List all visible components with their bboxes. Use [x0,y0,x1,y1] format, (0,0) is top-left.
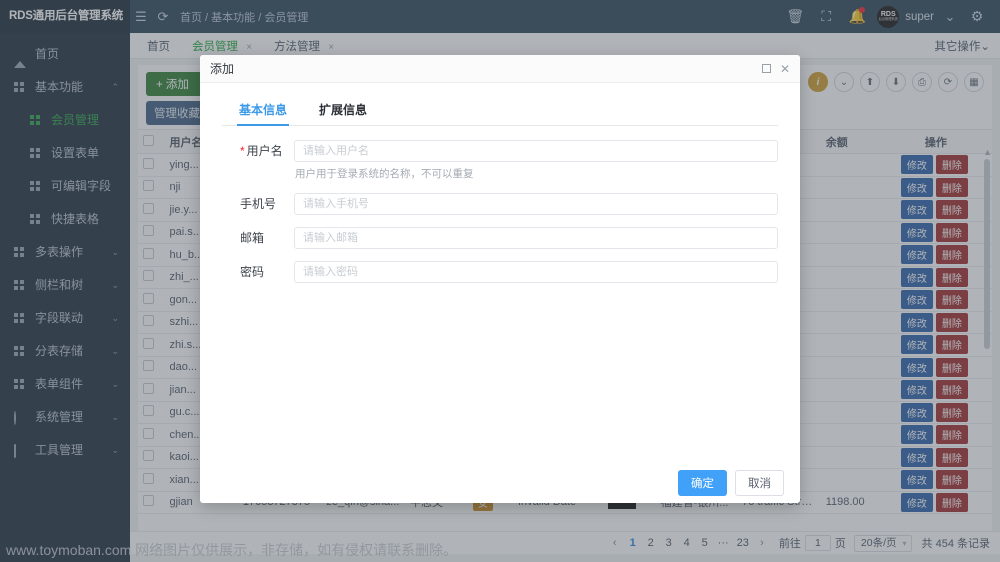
form-row-password: 密码 [222,261,778,283]
phone-input[interactable] [294,193,778,215]
dialog-header: 添加 ✕ [200,55,800,83]
email-label: 邮箱 [240,231,265,245]
dialog-title: 添加 [210,62,235,76]
phone-control [294,193,778,215]
app-root: RDS通用后台管理系统 首页 基本功能 ⌃ 会员管理 设置表单 可编辑字段 快捷… [0,0,1000,562]
cancel-button[interactable]: 取消 [735,470,784,496]
tab-basic-info[interactable]: 基本信息 [237,97,290,126]
username-input[interactable] [294,140,778,162]
phone-label: 手机号 [240,197,277,211]
confirm-button[interactable]: 确定 [678,470,727,496]
dialog-footer: 确定 取消 [200,463,800,503]
member-form: *用户名 用户用于登录系统的名称，不可以重复 手机号 邮箱 [222,126,778,283]
username-help-text: 用户用于登录系统的名称，不可以重复 [295,168,474,180]
tab-extended-info[interactable]: 扩展信息 [317,97,369,125]
add-member-dialog: 添加 ✕ 基本信息 扩展信息 *用户名 用户用于登录系统的名称，不可以重复 [200,55,800,503]
email-input[interactable] [294,227,778,249]
dialog-tabs: 基本信息 扩展信息 [222,97,778,126]
username-label: * 用户名 [222,140,294,162]
close-icon[interactable]: ✕ [780,63,790,75]
password-control [294,261,778,283]
required-marker: * [240,144,245,158]
email-control [294,227,778,249]
form-row-username: *用户名 用户用于登录系统的名称，不可以重复 [222,140,778,181]
password-label: 密码 [240,265,265,279]
form-row-phone: 手机号 [222,193,778,215]
username-control: 用户用于登录系统的名称，不可以重复 [294,140,778,181]
dialog-body: 基本信息 扩展信息 *用户名 用户用于登录系统的名称，不可以重复 手机号 [200,83,800,463]
label-text: 用户名 [246,144,283,158]
dialog-header-actions: ✕ [761,63,790,75]
maximize-icon[interactable] [761,64,771,73]
form-row-email: 邮箱 [222,227,778,249]
password-input[interactable] [294,261,778,283]
